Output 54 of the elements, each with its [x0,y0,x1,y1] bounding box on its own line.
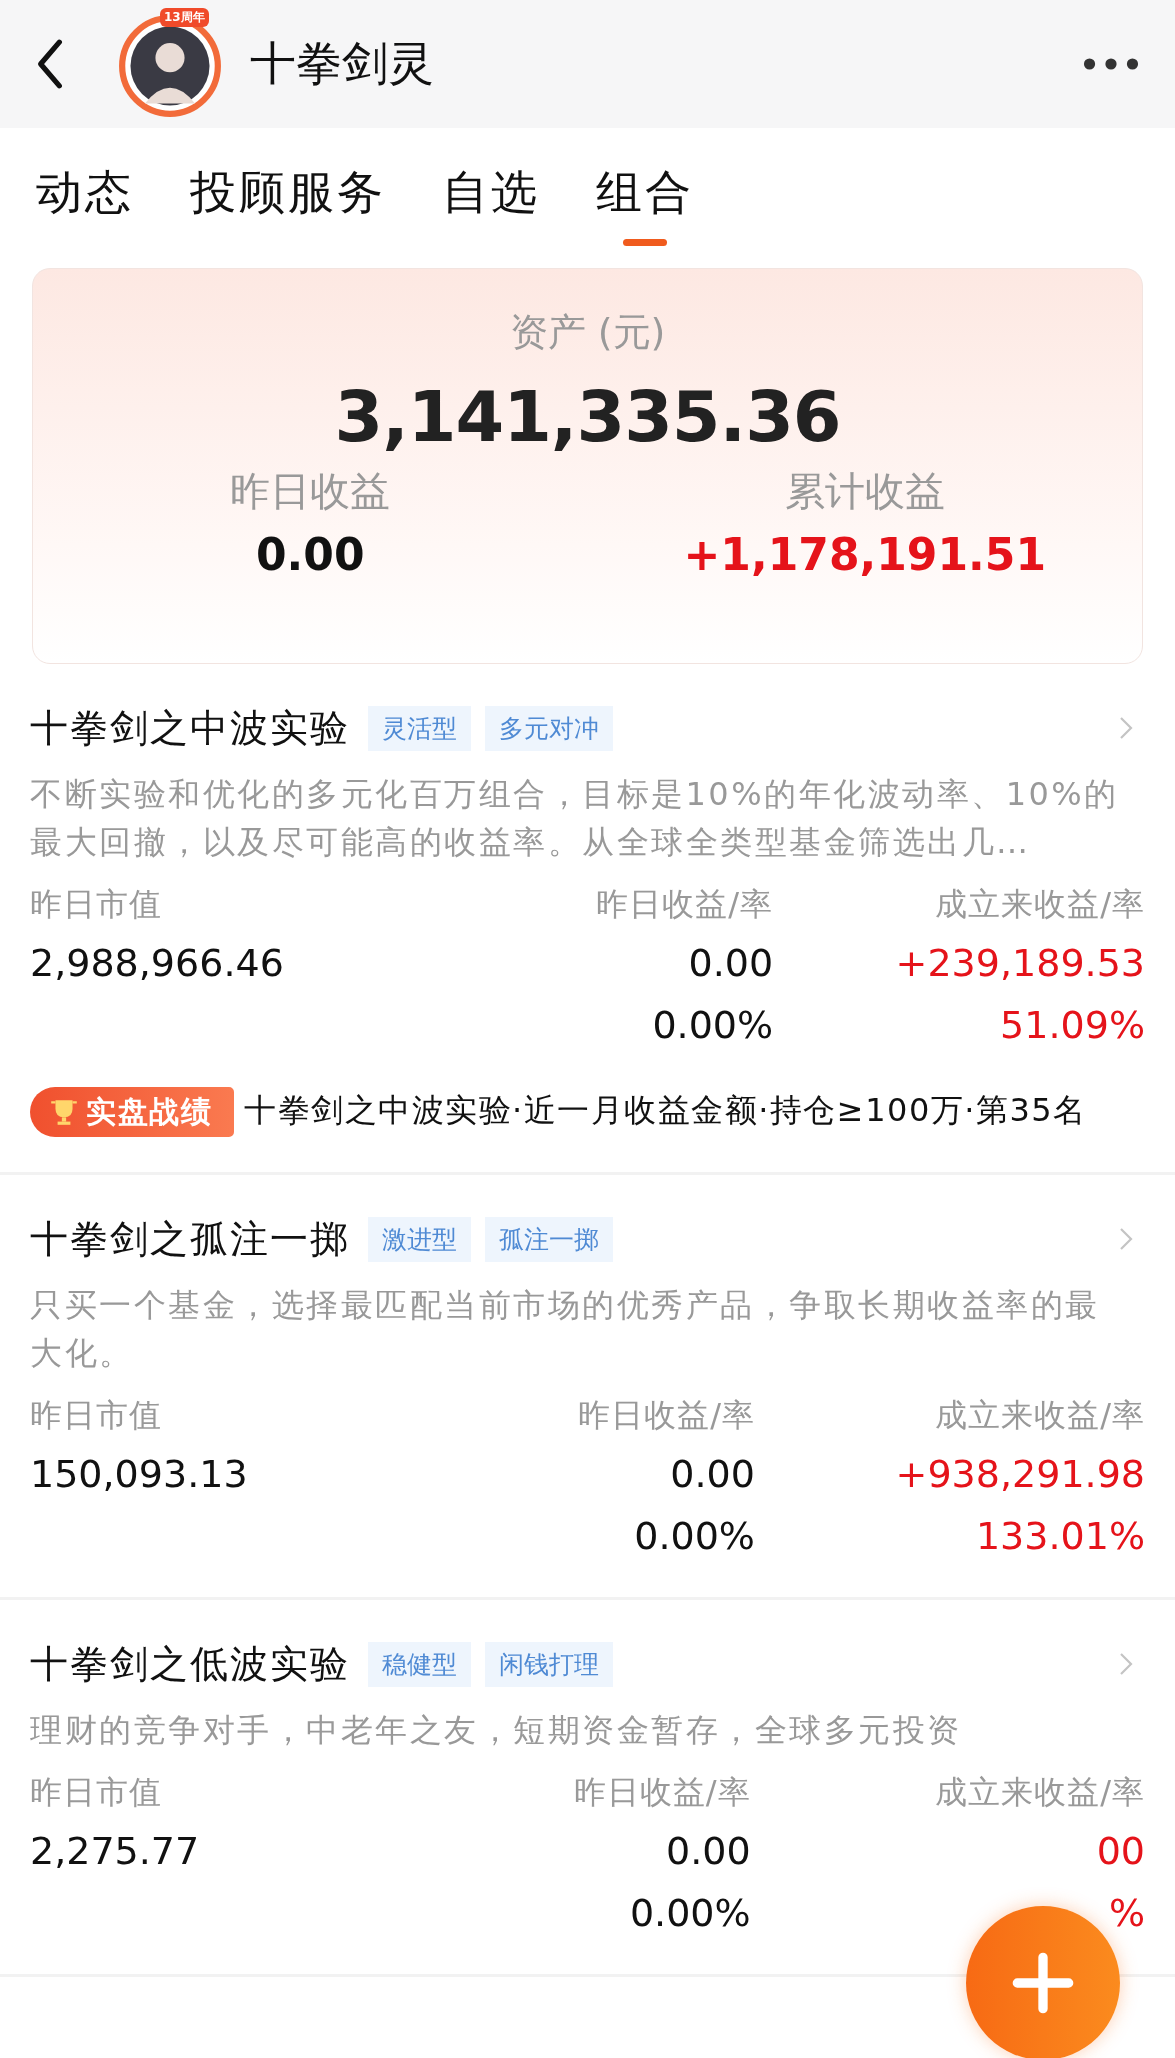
tag: 多元对冲 [485,705,613,751]
column-value: 0.00% [652,1002,774,1049]
column-value: 00 [1096,1828,1145,1875]
stat-label: 累计收益 [784,467,945,516]
column-label: 昨日收益/率 [573,1772,751,1813]
column-label: 成立来收益/率 [935,1395,1145,1436]
chevron-icon[interactable] [1119,1227,1133,1251]
tag: 稳健型 [368,1641,471,1687]
column-value: 2,275.77 [30,1828,200,1875]
asset-value: 3,141,335.36 [334,376,841,458]
chevron-icon[interactable] [1119,716,1133,740]
portfolio-description: 理财的竞争对手，中老年之友，短期资金暂存，全球多元投资 [30,1710,963,1751]
stat-value: +1,178,191.51 [683,529,1047,580]
column-label: 成立来收益/率 [935,884,1145,925]
column-value: 133.01% [975,1513,1145,1560]
column-value: 2,988,966.46 [30,940,284,987]
tag: 闲钱打理 [485,1641,613,1687]
column-label: 昨日市值 [30,1772,163,1813]
tag: 灵活型 [368,705,471,751]
tab[interactable]: 组合 [596,162,694,246]
column-value: +938,291.98 [895,1451,1145,1498]
asset-label: 资产 (元) [509,309,666,356]
column-label: 昨日收益/率 [596,884,774,925]
ranking-description: 十拳剑之中波实验·近一月收益金额·持仓≥100万·第35名 [244,1091,1087,1129]
portfolio-description: 不断实验和优化的多元化百万组合，目标是10%的年化波动率、10%的最大回撤，以及尽可能高的收益率。从全球全类型基金筛选出几… [30,774,1120,863]
tag: 激进型 [368,1216,471,1262]
column-value: 0.00 [688,940,774,987]
chevron-icon[interactable] [1119,1652,1133,1676]
profile-name: 十拳剑灵 [250,35,435,92]
portfolio-name[interactable]: 十拳剑之低波实验 [30,1638,350,1690]
tab[interactable]: 动态 [36,162,134,246]
column-label: 昨日市值 [30,1395,163,1436]
column-value: 0.00% [634,1513,755,1560]
column-value: 150,093.13 [30,1451,248,1498]
portfolio-description: 只买一个基金，选择最匹配当前市场的优秀产品，争取长期收益率的最大化。 [30,1285,1101,1374]
portfolio-name[interactable]: 十拳剑之中波实验 [30,702,350,754]
column-label: 昨日收益/率 [578,1395,755,1436]
stat-label: 昨日收益 [230,467,391,516]
column-value: 0.00 [670,1451,755,1498]
tab[interactable]: 自选 [442,162,540,246]
anniversary-badge: 13周年 [160,8,209,27]
tab[interactable]: 投顾服务 [190,162,386,246]
more-icon[interactable] [1083,57,1139,71]
portfolio-name[interactable]: 十拳剑之孤注一掷 [30,1213,350,1265]
column-label: 成立来收益/率 [935,1772,1145,1813]
column-value: +239,189.53 [895,940,1145,987]
column-value: % [1108,1890,1145,1937]
ranking-badge-label: 实盘战绩 [86,1093,212,1131]
column-label: 昨日市值 [30,884,163,925]
column-value: 0.00 [666,1828,751,1875]
stat-value: 0.00 [255,529,365,580]
column-value: 0.00% [629,1890,751,1937]
column-value: 51.09% [1000,1002,1145,1049]
tag: 孤注一掷 [485,1216,613,1262]
